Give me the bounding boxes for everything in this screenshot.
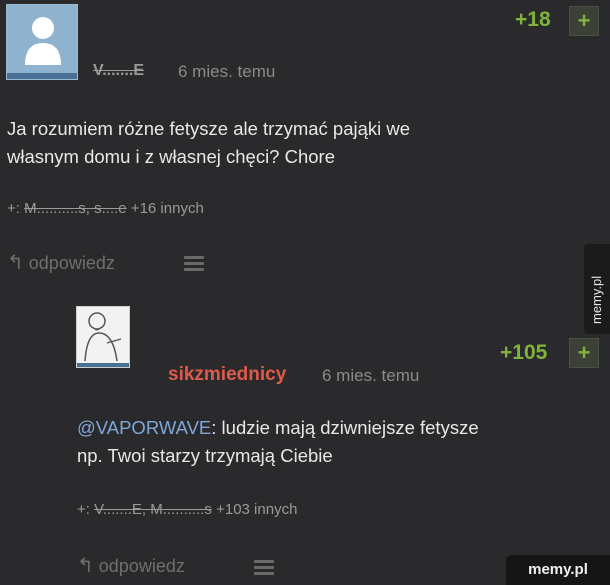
avatar-underline: [77, 363, 129, 367]
likes-others[interactable]: +16 innych: [131, 200, 204, 217]
avatar-sketch-icon: [84, 312, 122, 362]
comment-timestamp: 6 mies. temu: [322, 366, 420, 385]
reply-button[interactable]: ↰ odpowiedz: [77, 553, 185, 578]
likes-line: +: M..........s, s....e +16 innych: [7, 200, 204, 217]
avatar-underline: [7, 73, 77, 79]
comment-timestamp: 6 mies. temu: [178, 62, 276, 81]
reply-label: odpowiedz: [28, 253, 115, 273]
likes-prefix: +:: [7, 200, 20, 217]
reply-arrow-icon: ↰: [77, 555, 94, 577]
side-watermark: memy.pl: [584, 244, 610, 334]
comment-body-line: Ja rozumiem różne fetysze ale trzymać pa…: [7, 118, 411, 139]
comment-body: @VAPORWAVE: ludzie mają dziwniejsze fety…: [77, 414, 479, 470]
reply-label: odpowiedz: [98, 556, 185, 576]
likes-prefix: +:: [77, 501, 90, 518]
menu-icon[interactable]: [254, 560, 274, 578]
comment-author[interactable]: sikzmiednicy: [168, 364, 286, 386]
comment-body-text: : ludzie mają dziwniejsze fetysze: [211, 417, 479, 438]
comment-score: +105: [500, 341, 548, 364]
avatar[interactable]: [76, 306, 130, 368]
corner-watermark: memy.pl: [506, 555, 610, 585]
likes-others[interactable]: +103 innych: [216, 501, 297, 518]
upvote-button[interactable]: +: [569, 338, 599, 368]
likes-names[interactable]: V.......E, M..........s: [94, 501, 212, 518]
comment-body-line: własnym domu i z własnej chęci? Chore: [7, 146, 335, 167]
comment-body-line: @VAPORWAVE: ludzie mają dziwniejsze fety…: [77, 414, 479, 442]
menu-icon[interactable]: [184, 256, 204, 274]
side-watermark-text: memy.pl: [589, 275, 604, 324]
comment-body-line: np. Twoi starzy trzymają Ciebie: [77, 445, 333, 466]
default-user-icon: [25, 17, 61, 65]
comment-score: +18: [515, 8, 551, 31]
comment-body: Ja rozumiem różne fetysze ale trzymać pa…: [7, 115, 410, 171]
reply-button[interactable]: ↰ odpowiedz: [7, 250, 115, 275]
avatar[interactable]: [6, 4, 78, 80]
upvote-button[interactable]: +: [569, 6, 599, 36]
reply-arrow-icon: ↰: [7, 252, 24, 274]
mention-link[interactable]: @VAPORWAVE: [77, 417, 211, 438]
likes-line: +: V.......E, M..........s +103 innych: [77, 501, 297, 518]
likes-names[interactable]: M..........s, s....e: [24, 200, 127, 217]
comment-author[interactable]: V.......E: [93, 62, 144, 80]
